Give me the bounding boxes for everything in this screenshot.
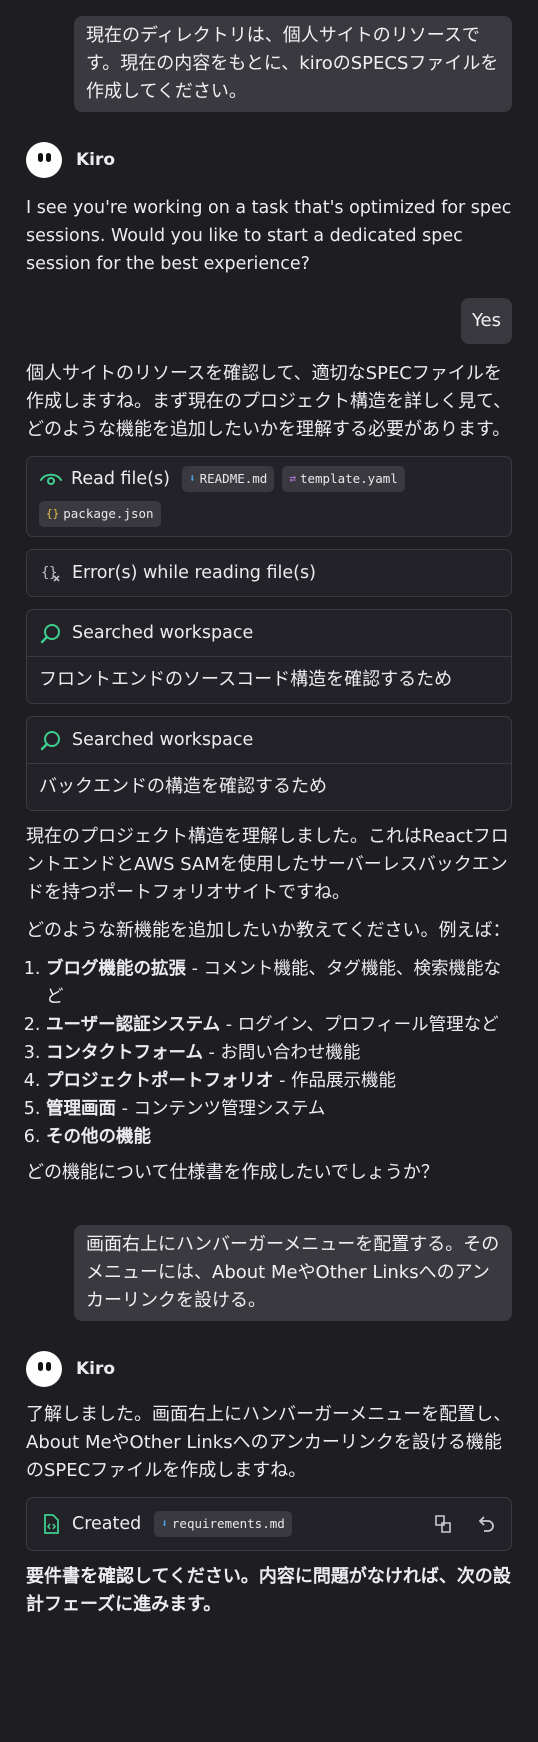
kiro-message: 現在のプロジェクト構造を理解しました。これはReactフロントエンドとAWS S… bbox=[26, 826, 509, 903]
code-error-icon: {} bbox=[39, 561, 63, 585]
user-message: 現在のディレクトリは、個人サイトのリソースです。現在の内容をもとに、kiroのS… bbox=[74, 16, 512, 112]
search-label: Searched workspace bbox=[72, 730, 254, 750]
list-item: コンタクトフォーム - お問い合わせ機能 bbox=[46, 1039, 512, 1067]
markdown-file-icon: ⬇ bbox=[188, 472, 196, 485]
error-label: Error(s) while reading file(s) bbox=[72, 563, 316, 583]
list-item: その他の機能 bbox=[46, 1123, 512, 1151]
list-item: プロジェクトポートフォリオ - 作品展示機能 bbox=[46, 1067, 512, 1095]
undo-icon[interactable] bbox=[473, 1511, 499, 1537]
file-chip-package[interactable]: {} package.json bbox=[39, 501, 161, 527]
error-card[interactable]: {} Error(s) while reading file(s) bbox=[26, 549, 512, 597]
eye-icon bbox=[39, 467, 63, 491]
kiro-name: Kiro bbox=[76, 150, 116, 170]
user-message-text: 画面右上にハンバーガーメニューを配置する。そのメニューには、About MeやO… bbox=[86, 1234, 500, 1311]
file-created-icon bbox=[39, 1512, 63, 1536]
file-chip-template[interactable]: ⇄ template.yaml bbox=[282, 466, 405, 492]
kiro-message: 要件書を確認してください。内容に問題がなければ、次の設計フェーズに進みます。 bbox=[26, 1566, 511, 1615]
yaml-file-icon: ⇄ bbox=[289, 472, 296, 485]
read-files-label: Read file(s) bbox=[71, 469, 170, 489]
created-file-card[interactable]: Created ⬇ requirements.md bbox=[26, 1497, 512, 1551]
user-message-text: Yes bbox=[471, 310, 501, 331]
file-chip-requirements[interactable]: ⬇ requirements.md bbox=[154, 1511, 292, 1537]
search-card[interactable]: Searched workspace フロントエンドのソースコード構造を確認する… bbox=[26, 609, 512, 704]
search-icon bbox=[39, 621, 63, 645]
search-label: Searched workspace bbox=[72, 623, 254, 643]
kiro-avatar bbox=[26, 142, 62, 178]
user-message-text: 現在のディレクトリは、個人サイトのリソースです。現在の内容をもとに、kiroのS… bbox=[86, 25, 499, 102]
feature-list: ブログ機能の拡張 - コメント機能、タグ機能、検索機能など ユーザー認証システム… bbox=[26, 955, 512, 1151]
json-file-icon: {} bbox=[46, 507, 60, 520]
compare-icon[interactable] bbox=[430, 1511, 456, 1537]
search-detail: バックエンドの構造を確認するため bbox=[27, 763, 511, 810]
created-label: Created bbox=[72, 1514, 142, 1534]
kiro-header: Kiro bbox=[26, 142, 512, 178]
search-card[interactable]: Searched workspace バックエンドの構造を確認するため bbox=[26, 716, 512, 811]
kiro-message: I see you're working on a task that's op… bbox=[26, 198, 512, 274]
user-message: 画面右上にハンバーガーメニューを配置する。そのメニューには、About MeやO… bbox=[74, 1225, 512, 1321]
kiro-avatar bbox=[26, 1351, 62, 1387]
kiro-name: Kiro bbox=[76, 1359, 116, 1379]
kiro-header: Kiro bbox=[26, 1351, 512, 1387]
read-files-card[interactable]: Read file(s) ⬇ README.md ⇄ template.yaml… bbox=[26, 456, 512, 537]
kiro-message: 了解しました。画面右上にハンバーガーメニューを配置し、About MeやOthe… bbox=[26, 1404, 512, 1481]
kiro-message: どの機能について仕様書を作成したいでしょうか？ bbox=[26, 1162, 439, 1183]
search-icon bbox=[39, 728, 63, 752]
search-detail: フロントエンドのソースコード構造を確認するため bbox=[27, 656, 511, 703]
kiro-message: 個人サイトのリソースを確認して、適切なSPECファイルを作成しますね。まず現在の… bbox=[26, 363, 512, 440]
file-chip-readme[interactable]: ⬇ README.md bbox=[181, 466, 275, 492]
markdown-file-icon: ⬇ bbox=[161, 1517, 168, 1530]
kiro-message: どのような新機能を追加したいか教えてください。例えば： bbox=[26, 920, 511, 941]
list-item: ユーザー認証システム - ログイン、プロフィール管理など bbox=[46, 1011, 512, 1039]
list-item: ブログ機能の拡張 - コメント機能、タグ機能、検索機能など bbox=[46, 955, 512, 1011]
list-item: 管理画面 - コンテンツ管理システム bbox=[46, 1095, 512, 1123]
user-message: Yes bbox=[460, 298, 512, 344]
